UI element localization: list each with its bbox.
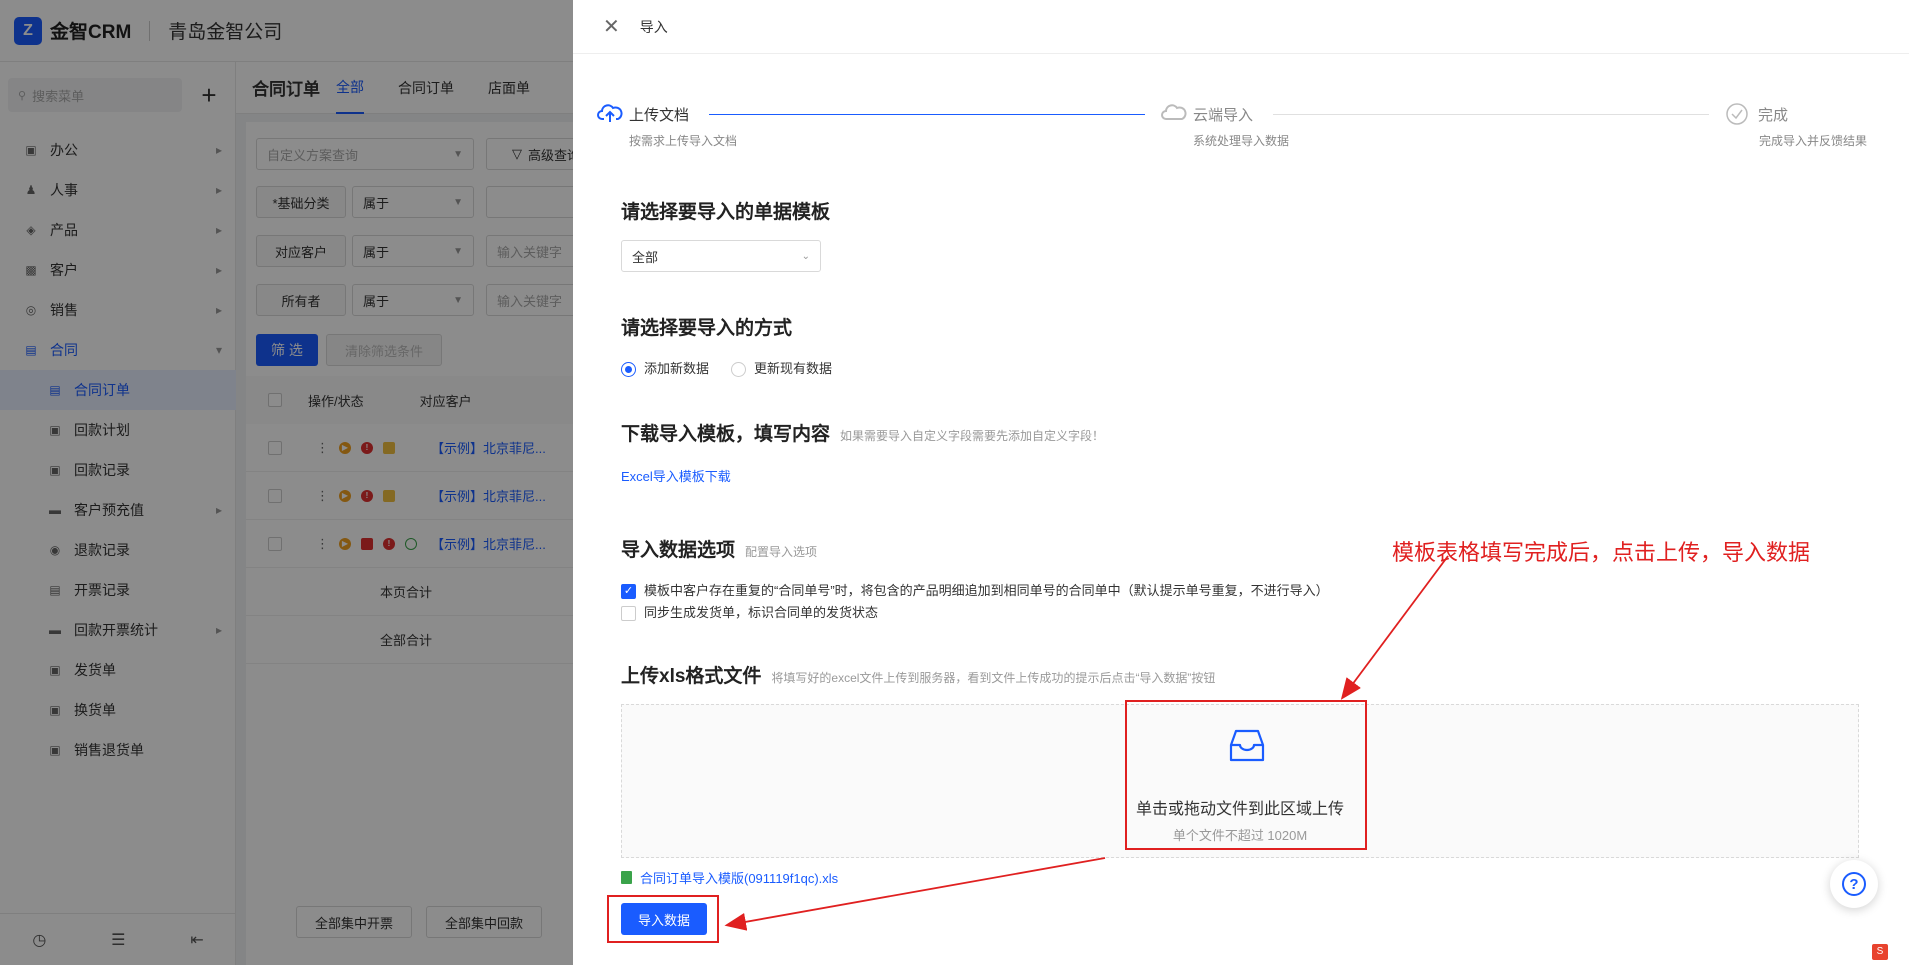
upload-note: 将填写好的excel文件上传到服务器，看到文件上传成功的提示后点击“导入数据”按… <box>771 671 1216 685</box>
radio-button[interactable] <box>621 362 636 378</box>
uploaded-file[interactable]: 合同订单导入模版(091119f1qc).xls <box>621 868 838 887</box>
step-connector <box>1273 114 1709 115</box>
method-section-title: 请选择要导入的方式 <box>621 318 793 339</box>
option-label: 模板中客户存在重复的“合同单号”时，将包含的产品明细追加到相同单号的合同单中（默… <box>644 583 1329 598</box>
step-cloud-desc: 系统处理导入数据 <box>1193 134 1290 148</box>
help-icon: ? <box>1842 872 1866 896</box>
import-drawer: ✕ 导入 上传文档 按需求上传导入文档 云端导入 系统处理导入数据 完成 完成导… <box>573 0 1909 965</box>
download-title-text: 下载导入模板，填写内容 <box>621 424 831 445</box>
template-download-link[interactable]: Excel导入模板下载 <box>621 466 731 485</box>
cloud-upload-icon <box>597 104 623 122</box>
checkbox-unchecked[interactable] <box>621 606 636 622</box>
option-sync-delivery[interactable]: 同步生成发货单，标识合同单的发货状态 <box>621 602 879 622</box>
radio-label: 更新现有数据 <box>754 361 833 376</box>
highlight-box-upload <box>1125 700 1367 850</box>
options-note: 配置导入选项 <box>745 545 818 559</box>
excel-file-icon <box>621 871 632 884</box>
step-done-desc: 完成导入并反馈结果 <box>1759 134 1868 148</box>
step-connector <box>709 114 1145 115</box>
options-title-text: 导入数据选项 <box>621 540 736 561</box>
step-cloud-title: 云端导入 <box>1193 107 1254 124</box>
download-section-title: 下载导入模板，填写内容 如果需要导入自定义字段需要先添加自定义字段！ <box>621 419 1104 446</box>
radio-update-existing[interactable]: 更新现有数据 <box>731 358 833 378</box>
radio-button[interactable] <box>731 362 746 378</box>
template-section-title: 请选择要导入的单据模板 <box>621 202 831 223</box>
download-note: 如果需要导入自定义字段需要先添加自定义字段！ <box>840 429 1105 443</box>
drawer-header: ✕ 导入 <box>573 0 1909 54</box>
step-upload-desc: 按需求上传导入文档 <box>629 134 738 148</box>
option-label: 同步生成发货单，标识合同单的发货状态 <box>644 605 879 620</box>
check-circle-icon <box>1726 103 1748 125</box>
import-data-button[interactable]: 导入数据 <box>621 903 707 935</box>
options-section-title: 导入数据选项 配置导入选项 <box>621 535 817 562</box>
cloud-icon <box>1161 104 1187 120</box>
drawer-title: 导入 <box>639 18 668 35</box>
checkbox-checked[interactable]: ✓ <box>621 584 636 600</box>
template-select-value: 全部 <box>632 249 659 265</box>
option-append-duplicates[interactable]: ✓ 模板中客户存在重复的“合同单号”时，将包含的产品明细追加到相同单号的合同单中（… <box>621 580 1329 600</box>
radio-label: 添加新数据 <box>644 361 710 376</box>
upload-section-title: 上传xls格式文件 将填写好的excel文件上传到服务器，看到文件上传成功的提示后… <box>621 661 1215 688</box>
corner-badge: S <box>1872 944 1888 960</box>
close-icon[interactable]: ✕ <box>603 14 620 39</box>
annotation-text: 模板表格填写完成后，点击上传，导入数据 <box>1392 541 1811 566</box>
upload-title-text: 上传xls格式文件 <box>621 666 762 687</box>
uploaded-file-name[interactable]: 合同订单导入模版(091119f1qc).xls <box>640 868 838 887</box>
template-select[interactable]: 全部 ⌄ <box>621 240 821 272</box>
chevron-down-icon: ⌄ <box>801 250 810 262</box>
radio-add-new[interactable]: 添加新数据 <box>621 358 710 378</box>
help-button[interactable]: ? <box>1830 860 1878 908</box>
step-upload-title: 上传文档 <box>629 107 690 124</box>
step-done-title: 完成 <box>1758 107 1789 124</box>
